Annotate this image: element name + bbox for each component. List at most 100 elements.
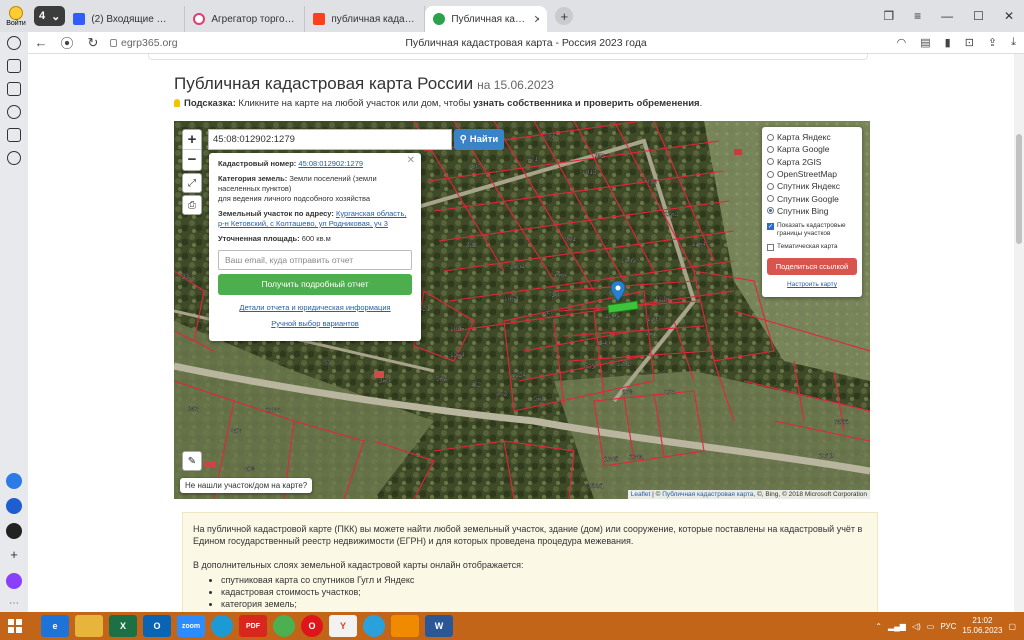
headphones-icon[interactable]: ◠ [897, 36, 907, 49]
edge-icon[interactable] [211, 615, 233, 637]
layer-option[interactable]: OpenStreetMap [767, 168, 857, 180]
parcel-label: 473 [496, 391, 507, 398]
zoom-in-button[interactable]: + [183, 130, 201, 150]
edge-legacy-icon[interactable]: e [41, 615, 69, 637]
parcel-label: 666 [555, 272, 566, 279]
layer-option[interactable]: Карта 2GIS [767, 156, 857, 168]
pkk-link[interactable]: Публичная кадастровая карта [662, 491, 753, 498]
extensions-icon[interactable]: ⊡ [965, 36, 974, 49]
reload-button[interactable]: ↻ [80, 35, 106, 51]
excel-icon[interactable]: X [109, 615, 137, 637]
menu-icon[interactable]: ≡ [914, 9, 921, 23]
show-borders-checkbox[interactable]: ✓ Показать кадастровые границы участков [767, 222, 857, 238]
layer-option[interactable]: Спутник Яндекс [767, 180, 857, 192]
close-tab-icon[interactable]: ✕ [533, 13, 539, 26]
telegram-icon[interactable] [363, 615, 385, 637]
zoom-out-button[interactable]: − [183, 150, 201, 170]
alice-assistant-icon[interactable] [6, 573, 22, 589]
collections-icon[interactable] [7, 59, 21, 73]
url-text: egrp365.org [121, 36, 178, 49]
manual-selection-link[interactable]: Ручной выбор вариантов [271, 319, 359, 328]
get-report-button[interactable]: Получить подробный отчет [218, 274, 412, 295]
share-icon[interactable]: ⇪ [988, 36, 997, 49]
telegram-icon[interactable] [7, 151, 21, 165]
tab-rambler-mail[interactable]: (2) Входящие — Рамблер/ [65, 6, 186, 32]
vlc-icon[interactable] [391, 615, 419, 637]
alice-icon[interactable] [6, 523, 22, 539]
url-field[interactable]: egrp365.org [110, 37, 178, 49]
land-category-label: Категория земель: [218, 174, 288, 183]
tab-yandex-search[interactable]: публичная кадастровая к [305, 6, 426, 32]
not-found-button[interactable]: Не нашли участок/дом на карте? [180, 478, 313, 493]
pdf-icon[interactable]: PDF [239, 615, 267, 637]
layer-option[interactable]: Спутник Google [767, 192, 857, 204]
file-explorer-icon[interactable] [75, 615, 103, 637]
email-input[interactable]: Ваш email, куда отправить отчет [218, 250, 412, 270]
configure-map-link[interactable]: Настроить карту [767, 281, 857, 288]
parcel-label: 1124 [512, 372, 526, 379]
cadastral-number-link[interactable]: 45:08:012902:1279 [298, 159, 363, 168]
chrome-icon[interactable] [273, 615, 295, 637]
parcel-label: 1374 [266, 407, 281, 414]
fullscreen-button[interactable]: ⤢ [182, 173, 202, 193]
find-button[interactable]: ⚲ Найти [454, 129, 504, 150]
layer-option[interactable]: Карта Google [767, 143, 857, 155]
reader-mode-icon[interactable]: ▤ [920, 36, 930, 49]
add-panel-icon[interactable]: + [6, 548, 22, 564]
volume-icon[interactable]: ◁) [912, 622, 921, 631]
close-icon[interactable]: ✕ [407, 156, 415, 166]
attribution-text: , ©, Bing, © 2018 Microsoft Corporation [753, 491, 867, 498]
network-icon[interactable]: ▂▄▆ [888, 622, 906, 631]
draw-tool-button[interactable]: ✎ [182, 451, 202, 471]
opera-icon[interactable]: O [301, 615, 323, 637]
report-details-link[interactable]: Детали отчета и юридическая информация [239, 303, 390, 312]
zoom-icon[interactable]: zoom [177, 615, 205, 637]
cadastral-search-input[interactable]: 45:08:012902:1279 [208, 129, 452, 150]
list-item: кадастровая стоимость участков; [221, 586, 867, 598]
start-button[interactable] [0, 612, 30, 640]
thematic-map-checkbox[interactable]: Тематическая карта [767, 243, 857, 252]
downloads-icon[interactable] [7, 82, 21, 96]
minimize-icon[interactable]: — [941, 9, 953, 23]
profile-avatar-icon [9, 5, 23, 20]
scrollbar-thumb[interactable] [1016, 134, 1022, 244]
back-button[interactable]: ← [28, 35, 54, 50]
yandex-browser-icon[interactable]: Y [329, 615, 357, 637]
battery-icon[interactable]: ▭ [927, 622, 935, 631]
tray-up-icon[interactable]: ⌃ [875, 622, 882, 631]
close-window-icon[interactable]: ✕ [1004, 9, 1014, 23]
new-tab-button[interactable]: + [555, 7, 574, 25]
protect-icon[interactable]: ⦿ [54, 33, 80, 52]
map-marker-icon[interactable] [611, 281, 625, 301]
bookmark-icon[interactable]: ▮ [945, 36, 951, 49]
mail-icon[interactable] [7, 128, 21, 142]
maximize-icon[interactable]: ☐ [973, 9, 984, 23]
hint-text: Кликните на карте на любой участок или д… [235, 98, 474, 109]
layer-option[interactable]: Карта Яндекс [767, 131, 857, 143]
clock[interactable]: 21:02 15.06.2023 [962, 616, 1002, 636]
info-paragraph: На публичной кадастровой карте (ПКК) вы … [193, 524, 863, 546]
tab-auction-aggregator[interactable]: Агрегатор торгов по банк [185, 6, 306, 32]
share-link-button[interactable]: Поделиться ссылкой [767, 258, 857, 276]
language-indicator[interactable]: РУС [940, 622, 956, 631]
word-icon[interactable]: W [425, 615, 453, 637]
yandex-profile-button[interactable]: Войти [2, 2, 30, 30]
more-icon[interactable]: ⋯ [9, 598, 19, 612]
bookmarks-panel-icon[interactable]: ❐ [883, 9, 894, 23]
page-scrollbar[interactable] [1014, 54, 1024, 612]
print-button[interactable]: ⎙ [182, 195, 202, 215]
history-icon[interactable] [7, 36, 21, 50]
outlook-icon[interactable]: O [143, 615, 171, 637]
radio-selected-icon [767, 207, 774, 215]
messenger-icon[interactable] [6, 473, 22, 489]
notes-icon[interactable] [6, 498, 22, 514]
cadastral-map[interactable]: 751 753 397 471 1018 958 971 1168 1164 1… [174, 121, 870, 499]
parcel-label: 503 [436, 376, 447, 383]
notifications-icon[interactable]: ▢ [1008, 622, 1016, 631]
play-icon[interactable] [7, 105, 21, 119]
leaflet-link[interactable]: Leaflet [631, 491, 651, 498]
tab-counter-button[interactable]: 4 ⌄ [34, 6, 66, 26]
tab-cadastral-map[interactable]: Публичная кадастровая к ✕ [425, 6, 548, 32]
layer-option-selected[interactable]: Спутник Bing [767, 205, 857, 217]
download-icon[interactable]: ⤓ [1011, 36, 1016, 49]
